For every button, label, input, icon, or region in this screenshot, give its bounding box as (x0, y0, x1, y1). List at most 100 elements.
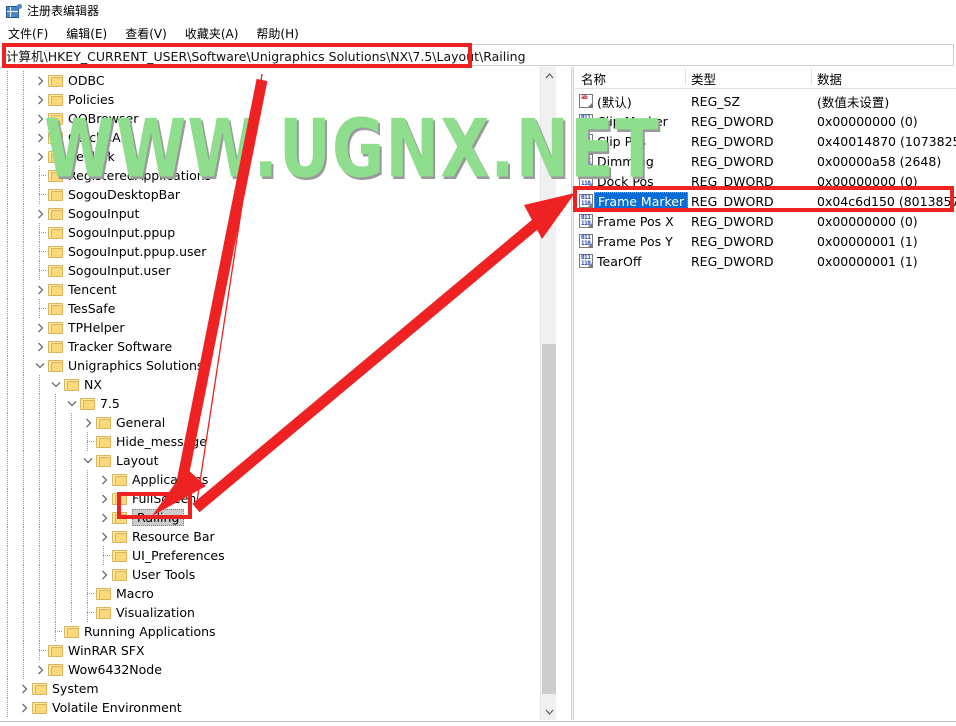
tree-item-odbc[interactable]: ODBC (0, 71, 105, 90)
tree-item-visualization[interactable]: Visualization (0, 603, 195, 622)
tree-indent-guide (0, 622, 16, 641)
menu-item-view[interactable]: 查看(V) (125, 25, 167, 42)
tree-leaf-connector (32, 261, 48, 280)
tree-item-user-tools[interactable]: User Tools (0, 565, 195, 584)
chevron-right-icon[interactable] (96, 508, 112, 527)
menu-item-favorites[interactable]: 收藏夹(A) (185, 25, 239, 42)
chevron-right-icon[interactable] (32, 660, 48, 679)
tree-item-qqbrowser[interactable]: QQBrowser (0, 109, 138, 128)
chevron-right-icon[interactable] (32, 204, 48, 223)
chevron-right-icon[interactable] (32, 128, 48, 147)
menu-item-file[interactable]: 文件(F) (8, 25, 48, 42)
tree-indent-guide (0, 90, 16, 109)
tree-item-ui-preferences[interactable]: UI_Preferences (0, 546, 225, 565)
chevron-right-icon[interactable] (96, 489, 112, 508)
tree-item-railing[interactable]: Railing (0, 508, 185, 527)
tree-indent-guide (16, 185, 32, 204)
tree-indent-guide (0, 470, 16, 489)
tree-item-quickcam[interactable]: QuickCAM (0, 128, 131, 147)
chevron-right-icon[interactable] (96, 565, 112, 584)
tree-item-volatile-environment[interactable]: Volatile Environment (0, 698, 182, 717)
tree-item-hide-message[interactable]: Hide_message (0, 432, 207, 451)
tree-item-tessafe[interactable]: TesSafe (0, 299, 115, 318)
column-divider-1[interactable] (685, 69, 686, 85)
tree-item-fullscreen[interactable]: FullScreen (0, 489, 196, 508)
tree-item-macro[interactable]: Macro (0, 584, 154, 603)
chevron-right-icon[interactable] (80, 413, 96, 432)
chevron-down-icon[interactable] (80, 451, 96, 470)
tree-scrollbar-thumb[interactable] (542, 344, 556, 694)
column-divider-2[interactable] (811, 69, 812, 85)
tree-item-label: General (116, 415, 166, 430)
value-row[interactable]: ab (默认) REG_SZ (数值未设置) (575, 91, 956, 111)
tree-item-tencent[interactable]: Tencent (0, 280, 117, 299)
address-path-text[interactable]: 计算机\HKEY_CURRENT_USER\Software\Unigraphi… (3, 46, 526, 65)
tree-indent-guide (48, 565, 64, 584)
value-row[interactable]: 011 110 Dimming REG_DWORD 0x00000a58 (2648) (575, 151, 956, 171)
tree-item-sogoudesktopbar[interactable]: SogouDesktopBar (0, 185, 180, 204)
chevron-right-icon[interactable] (32, 318, 48, 337)
value-row[interactable]: 011 110 TearOff REG_DWORD 0x00000001 (1) (575, 251, 956, 271)
tree-item-applications[interactable]: Applications (0, 470, 208, 489)
tree-item-policies[interactable]: Policies (0, 90, 114, 109)
column-header-data[interactable]: 数据 (817, 69, 842, 88)
tree-item-registeredapplications[interactable]: RegisteredApplications (0, 166, 211, 185)
folder-icon (48, 264, 64, 278)
registry-tree-pane[interactable]: ODBC Policies QQBrowser QuickCAM Realtek Regi… (0, 67, 556, 720)
tree-item-running-applications[interactable]: Running Applications (0, 622, 216, 641)
tree-indent-guide (0, 356, 16, 375)
chevron-right-icon[interactable] (96, 470, 112, 489)
tree-item-tracker-software[interactable]: Tracker Software (0, 337, 172, 356)
tree-item-layout[interactable]: Layout (0, 451, 159, 470)
column-header-name[interactable]: 名称 (581, 69, 606, 88)
tree-indent-guide (0, 261, 16, 280)
chevron-right-icon[interactable] (32, 90, 48, 109)
value-row[interactable]: 011 110 Frame Marker REG_DWORD 0x04c6d150 (8… (575, 191, 956, 211)
chevron-down-icon[interactable] (32, 356, 48, 375)
registry-values-pane[interactable]: 名称 类型 数据 ab (默认) REG_SZ (数值未设置) 011 110 Clip M… (575, 67, 956, 720)
value-type: REG_DWORD (691, 253, 774, 269)
chevron-right-icon[interactable] (16, 698, 32, 717)
value-row[interactable]: 011 110 Dock Pos REG_DWORD 0x00000000 (0) (575, 171, 956, 191)
chevron-right-icon[interactable] (32, 147, 48, 166)
chevron-down-icon[interactable] (48, 375, 64, 394)
value-row[interactable]: 011 110 Clip Pos REG_DWORD 0x40014870 (10738… (575, 131, 956, 151)
value-row[interactable]: 011 110 Frame Pos Y REG_DWORD 0x00000001 (1) (575, 231, 956, 251)
chevron-right-icon[interactable] (96, 527, 112, 546)
tree-item-7-5[interactable]: 7.5 (0, 394, 120, 413)
chevron-down-icon[interactable] (64, 394, 80, 413)
tree-item-realtek[interactable]: Realtek (0, 147, 115, 166)
tree-item-general[interactable]: General (0, 413, 165, 432)
tree-item-hkey-local-machine[interactable]: HKEY_LOCAL_MACHINE (0, 717, 180, 720)
pane-splitter[interactable] (571, 67, 574, 720)
tree-item-unigraphics-solutions[interactable]: Unigraphics Solutions (0, 356, 203, 375)
chevron-right-icon[interactable] (32, 71, 48, 90)
chevron-right-icon[interactable] (32, 109, 48, 128)
tree-item-sogouinput[interactable]: SogouInput (0, 204, 139, 223)
tree-item-sogouinput-ppup[interactable]: SogouInput.ppup (0, 223, 175, 242)
tree-item-tphelper[interactable]: TPHelper (0, 318, 125, 337)
menu-item-help[interactable]: 帮助(H) (256, 25, 298, 42)
tree-item-label: Macro (116, 586, 154, 601)
value-row[interactable]: 011 110 Frame Pos X REG_DWORD 0x00000000 (0) (575, 211, 956, 231)
tree-item-resource-bar[interactable]: Resource Bar (0, 527, 215, 546)
chevron-right-icon[interactable] (32, 280, 48, 299)
tree-vertical-scrollbar[interactable] (540, 67, 556, 720)
tree-item-winrar-sfx[interactable]: WinRAR SFX (0, 641, 145, 660)
chevron-right-icon[interactable] (0, 717, 16, 720)
tree-item-sogouinput-ppup-user[interactable]: SogouInput.ppup.user (0, 242, 206, 261)
chevron-right-icon[interactable] (32, 337, 48, 356)
address-bar[interactable]: 计算机\HKEY_CURRENT_USER\Software\Unigraphi… (2, 44, 954, 66)
scroll-up-icon[interactable] (541, 67, 556, 84)
value-row[interactable]: 011 110 Clip Marker REG_DWORD 0x00000000 (0) (575, 111, 956, 131)
tree-item-wow6432node[interactable]: Wow6432Node (0, 660, 162, 679)
tree-item-sogouinput-user[interactable]: SogouInput.user (0, 261, 171, 280)
menu-item-edit[interactable]: 编辑(E) (66, 25, 107, 42)
tree-indent-guide (0, 413, 16, 432)
chevron-right-icon[interactable] (16, 679, 32, 698)
tree-item-nx[interactable]: NX (0, 375, 102, 394)
tree-item-system[interactable]: System (0, 679, 99, 698)
column-header-type[interactable]: 类型 (691, 69, 716, 88)
scroll-down-icon[interactable] (541, 703, 556, 720)
value-type: REG_DWORD (691, 153, 774, 169)
